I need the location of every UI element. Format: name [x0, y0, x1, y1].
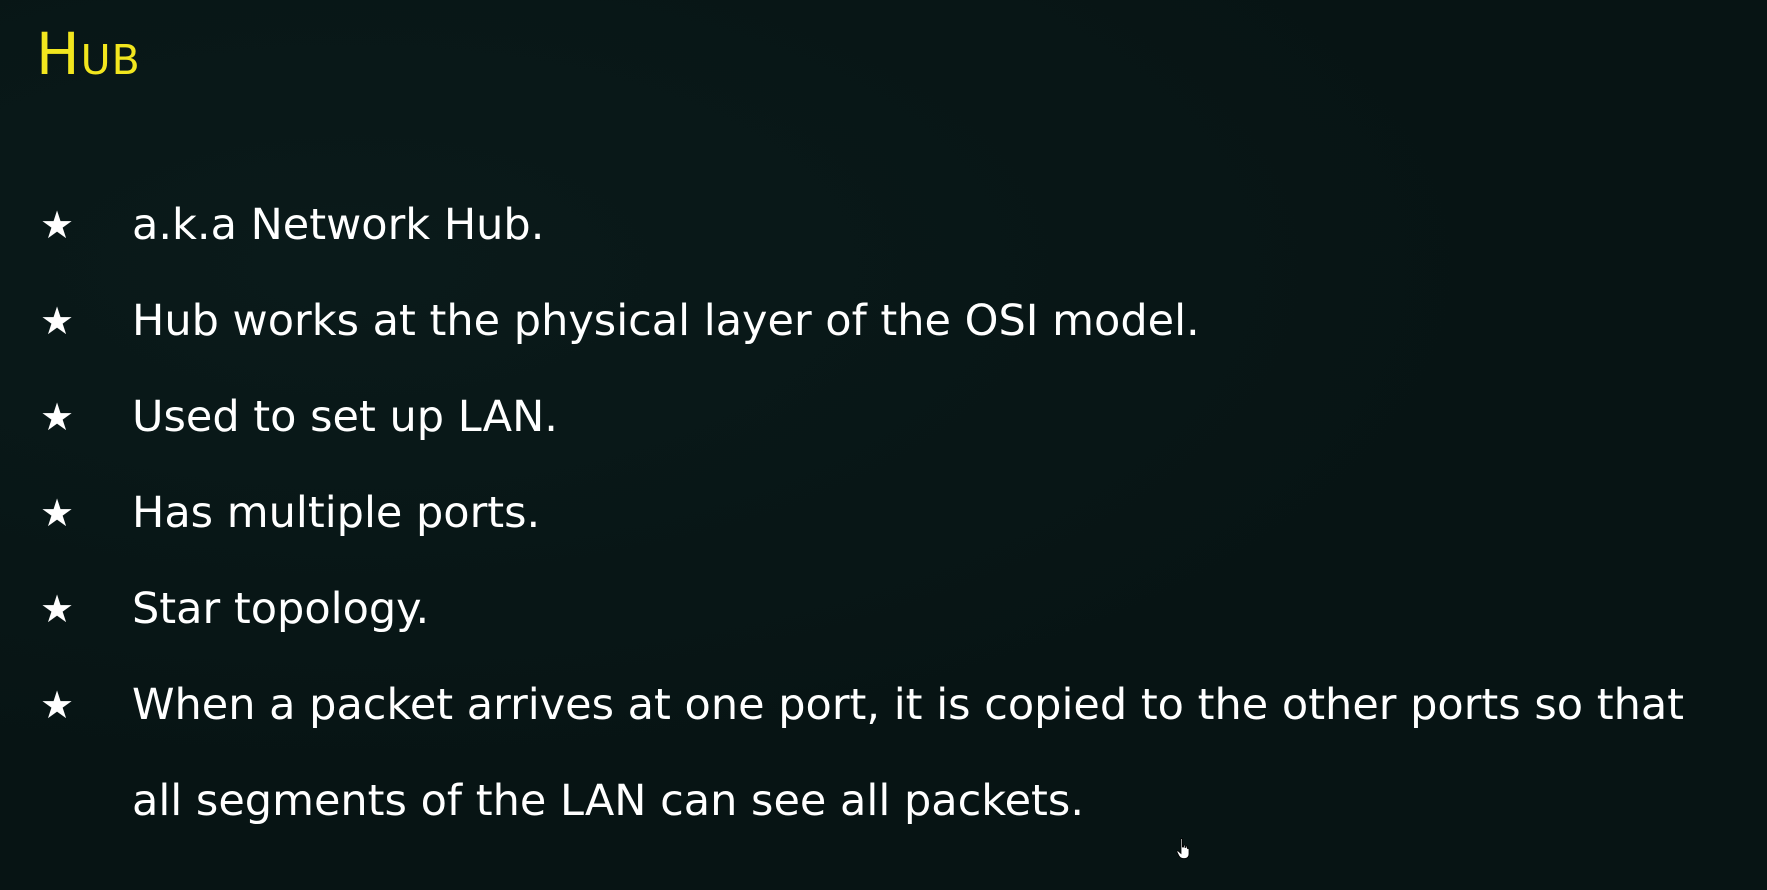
bullet-text: When a packet arrives at one port, it is…: [132, 680, 1685, 826]
star-icon: ★: [40, 683, 75, 727]
bullet-list: ★ a.k.a Network Hub. ★ Hub works at the …: [0, 177, 1767, 849]
bullet-item: ★ Star topology.: [0, 561, 1767, 657]
bullet-text: a.k.a Network Hub.: [132, 200, 545, 250]
bullet-item: ★ Has multiple ports.: [0, 465, 1767, 561]
bullet-item: ★ Hub works at the physical layer of the…: [0, 273, 1767, 369]
slide: Hub ★ a.k.a Network Hub. ★ Hub works at …: [0, 0, 1767, 890]
hand-pointer-icon: [1176, 838, 1190, 859]
slide-title: Hub: [36, 20, 141, 88]
bullet-text: Hub works at the physical layer of the O…: [132, 296, 1200, 346]
bullet-text: Has multiple ports.: [132, 488, 541, 538]
bullet-item: ★ a.k.a Network Hub.: [0, 177, 1767, 273]
star-icon: ★: [40, 299, 75, 343]
star-icon: ★: [40, 587, 75, 631]
star-icon: ★: [40, 203, 75, 247]
star-icon: ★: [40, 491, 75, 535]
bullet-item: ★ Used to set up LAN.: [0, 369, 1767, 465]
bullet-text: Used to set up LAN.: [132, 392, 558, 442]
bullet-text: Star topology.: [132, 584, 430, 634]
star-icon: ★: [40, 395, 75, 439]
bullet-item: ★ When a packet arrives at one port, it …: [0, 657, 1767, 849]
